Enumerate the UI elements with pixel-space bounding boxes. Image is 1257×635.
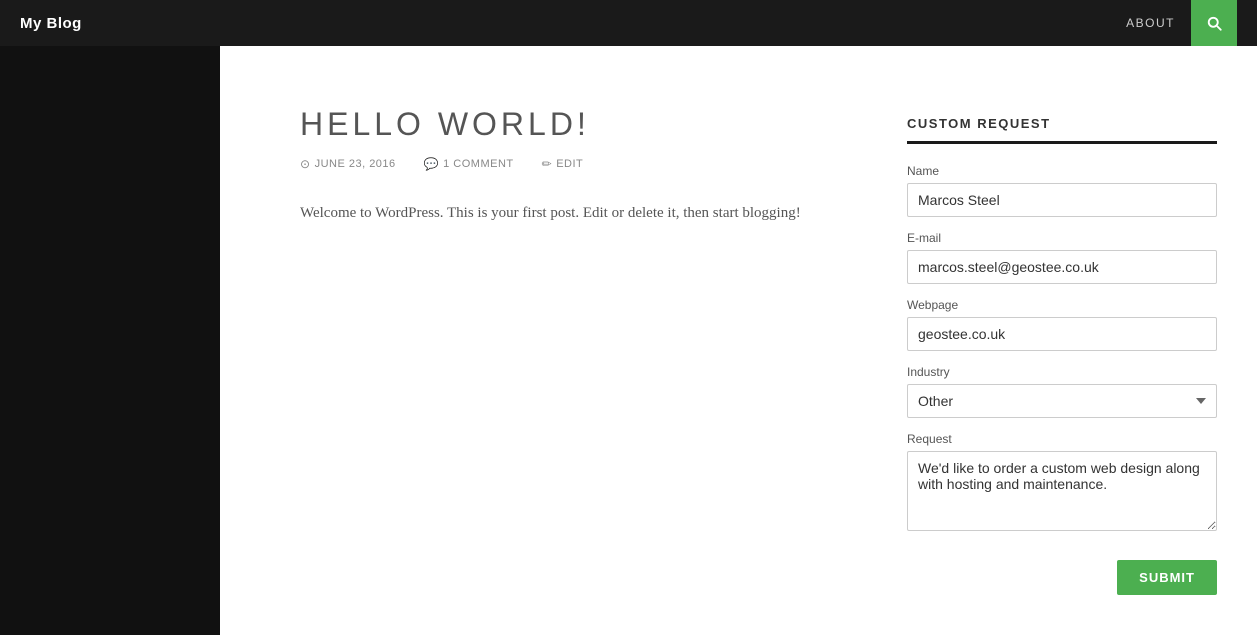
sidebar-right: CUSTOM REQUEST Name E-mail Webpage Indus… xyxy=(907,106,1217,595)
site-header: My Blog ABOUT xyxy=(0,0,1257,46)
post-date-text: JUNE 23, 2016 xyxy=(315,158,396,170)
post-body: Welcome to WordPress. This is your first… xyxy=(300,201,847,227)
edit-icon: ✏ xyxy=(542,157,553,171)
post-edit-label: EDIT xyxy=(556,158,583,170)
post-comment-count: 1 COMMENT xyxy=(443,158,514,170)
article-area: HELLO WORLD! ⊙ JUNE 23, 2016 💬 1 COMMENT… xyxy=(300,106,847,595)
request-label: Request xyxy=(907,432,1217,446)
request-textarea[interactable] xyxy=(907,451,1217,531)
comment-icon: 💬 xyxy=(424,157,439,171)
name-input[interactable] xyxy=(907,183,1217,217)
post-date: ⊙ JUNE 23, 2016 xyxy=(300,157,396,171)
email-group: E-mail xyxy=(907,231,1217,284)
form-section-title: CUSTOM REQUEST xyxy=(907,116,1217,144)
about-nav-link[interactable]: ABOUT xyxy=(1110,0,1191,46)
site-title: My Blog xyxy=(20,15,82,32)
post-title: HELLO WORLD! xyxy=(300,106,847,143)
main-content: HELLO WORLD! ⊙ JUNE 23, 2016 💬 1 COMMENT… xyxy=(220,46,1257,635)
post-meta: ⊙ JUNE 23, 2016 💬 1 COMMENT ✏ EDIT xyxy=(300,157,847,171)
email-input[interactable] xyxy=(907,250,1217,284)
clock-icon: ⊙ xyxy=(300,157,311,171)
search-button[interactable] xyxy=(1191,0,1237,46)
search-icon xyxy=(1205,14,1223,32)
name-label: Name xyxy=(907,164,1217,178)
webpage-label: Webpage xyxy=(907,298,1217,312)
email-label: E-mail xyxy=(907,231,1217,245)
page-wrapper: HELLO WORLD! ⊙ JUNE 23, 2016 💬 1 COMMENT… xyxy=(0,46,1257,635)
industry-label: Industry xyxy=(907,365,1217,379)
name-group: Name xyxy=(907,164,1217,217)
main-nav: ABOUT xyxy=(1110,0,1237,46)
request-group: Request xyxy=(907,432,1217,536)
webpage-input[interactable] xyxy=(907,317,1217,351)
post-edit[interactable]: ✏ EDIT xyxy=(542,157,584,171)
sidebar-left xyxy=(0,46,220,635)
post-comments[interactable]: 💬 1 COMMENT xyxy=(424,157,514,171)
submit-button[interactable]: SUBMIT xyxy=(1117,560,1217,595)
industry-select[interactable]: OtherTechnologyFinanceHealthcareEducatio… xyxy=(907,384,1217,418)
webpage-group: Webpage xyxy=(907,298,1217,351)
industry-group: Industry OtherTechnologyFinanceHealthcar… xyxy=(907,365,1217,418)
